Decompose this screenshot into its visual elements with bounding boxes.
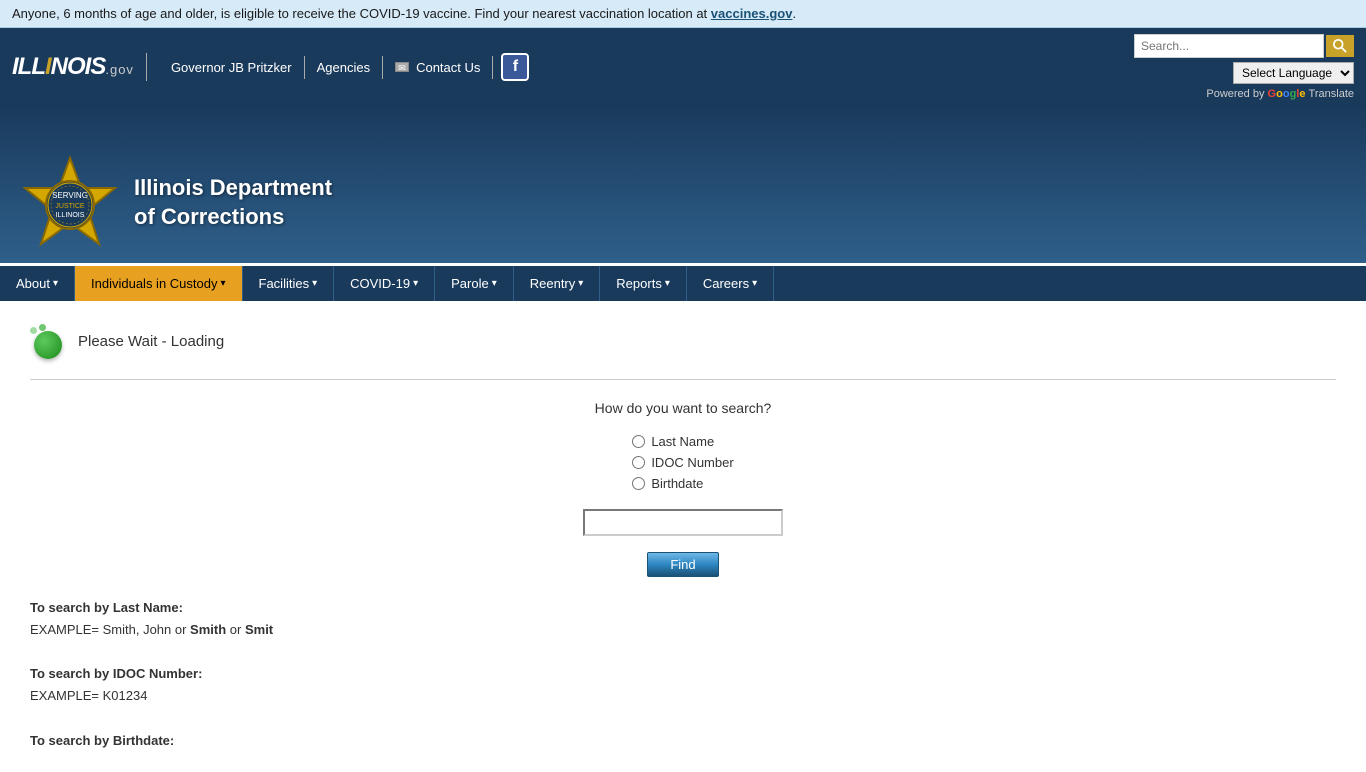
- search-row: [1134, 34, 1354, 58]
- svg-text:SERVING: SERVING: [52, 191, 88, 200]
- nav-careers[interactable]: Careers ▾: [687, 266, 774, 301]
- radio-birthdate-option[interactable]: Birthdate: [632, 476, 703, 491]
- dept-logo: SERVING JUSTICE ILLINOIS Illinois Depart…: [20, 153, 332, 263]
- main-nav: About ▾ Individuals in Custody ▾ Facilit…: [0, 266, 1366, 303]
- radio-last-name-option[interactable]: Last Name: [632, 434, 714, 449]
- radio-idoc-option[interactable]: IDOC Number: [632, 455, 733, 470]
- help-idoc-example: EXAMPLE= K01234: [30, 685, 1336, 707]
- radio-last-name-label: Last Name: [651, 434, 714, 449]
- contact-link[interactable]: ✉ Contact Us: [383, 56, 493, 79]
- agencies-link[interactable]: Agencies: [305, 56, 383, 79]
- search-button[interactable]: [1326, 35, 1354, 57]
- loading-circle: [34, 331, 62, 359]
- powered-by-google: Powered by Google Translate: [1206, 88, 1354, 100]
- radio-group: Last Name IDOC Number Birthdate: [632, 434, 733, 491]
- nav-about-arrow: ▾: [53, 278, 58, 289]
- covid-banner-text: Anyone, 6 months of age and older, is el…: [12, 6, 711, 21]
- dept-name: Illinois Department of Corrections: [134, 174, 332, 231]
- svg-text:ILLINOIS: ILLINOIS: [56, 212, 85, 219]
- nav-reentry[interactable]: Reentry ▾: [514, 266, 601, 301]
- loading-text: Please Wait - Loading: [78, 333, 224, 350]
- nav-individuals-arrow: ▾: [220, 278, 225, 289]
- nav-about-label: About: [16, 276, 50, 291]
- radio-birthdate-label: Birthdate: [651, 476, 703, 491]
- site-header: SERVING JUSTICE ILLINOIS Illinois Depart…: [0, 106, 1366, 266]
- loading-dot-1: [30, 327, 37, 334]
- nav-covid-label: COVID-19: [350, 276, 410, 291]
- top-nav-divider: [146, 53, 147, 81]
- nav-facilities-label: Facilities: [259, 276, 310, 291]
- illinois-logo: ILLINOIS.gov: [12, 53, 134, 81]
- covid-banner: Anyone, 6 months of age and older, is el…: [0, 0, 1366, 28]
- help-last-name-example: EXAMPLE= Smith, John or Smith or Smit: [30, 619, 1336, 641]
- dept-name-line2: of Corrections: [134, 203, 332, 232]
- nav-facilities[interactable]: Facilities ▾: [243, 266, 335, 301]
- help-last-name-title: To search by Last Name:: [30, 597, 1336, 619]
- content-area: Please Wait - Loading How do you want to…: [0, 303, 1366, 772]
- translate-row: Select Language Spanish French Polish Ch…: [1233, 62, 1354, 84]
- radio-last-name-input[interactable]: [632, 435, 645, 448]
- nav-reports-arrow: ▾: [665, 278, 670, 289]
- nav-careers-arrow: ▾: [752, 278, 757, 289]
- governor-link[interactable]: Governor JB Pritzker: [159, 56, 305, 79]
- top-nav-links: Governor JB Pritzker Agencies ✉ Contact …: [159, 53, 1134, 81]
- nav-individuals-in-custody[interactable]: Individuals in Custody ▾: [75, 266, 243, 301]
- nav-covid-arrow: ▾: [413, 278, 418, 289]
- nav-individuals-label: Individuals in Custody: [91, 276, 217, 291]
- search-input[interactable]: [1134, 34, 1324, 58]
- radio-idoc-input[interactable]: [632, 456, 645, 469]
- search-text-input[interactable]: [583, 509, 783, 536]
- language-select[interactable]: Select Language Spanish French Polish Ch…: [1233, 62, 1354, 84]
- find-button[interactable]: Find: [647, 552, 718, 577]
- search-form-section: How do you want to search? Last Name IDO…: [30, 400, 1336, 577]
- facebook-icon[interactable]: f: [501, 53, 529, 81]
- help-idoc-title: To search by IDOC Number:: [30, 663, 1336, 685]
- search-icon: [1333, 39, 1347, 53]
- radio-idoc-label: IDOC Number: [651, 455, 733, 470]
- star-badge: SERVING JUSTICE ILLINOIS: [20, 153, 120, 253]
- vaccines-link[interactable]: vaccines.gov: [711, 6, 793, 21]
- radio-birthdate-input[interactable]: [632, 477, 645, 490]
- top-nav: ILLINOIS.gov Governor JB Pritzker Agenci…: [0, 28, 1366, 106]
- contact-link-label: Contact Us: [416, 60, 480, 75]
- loading-dots: [30, 323, 46, 330]
- loading-dot-2: [39, 324, 46, 331]
- nav-parole-arrow: ▾: [492, 278, 497, 289]
- nav-reentry-arrow: ▾: [578, 278, 583, 289]
- nav-about[interactable]: About ▾: [0, 266, 75, 301]
- search-question: How do you want to search?: [595, 400, 772, 416]
- nav-careers-label: Careers: [703, 276, 749, 291]
- loading-section: Please Wait - Loading: [30, 323, 1336, 359]
- nav-reports[interactable]: Reports ▾: [600, 266, 687, 301]
- nav-facilities-arrow: ▾: [312, 278, 317, 289]
- loading-icon: [30, 323, 66, 359]
- content-divider: [30, 379, 1336, 380]
- search-area: Select Language Spanish French Polish Ch…: [1134, 34, 1354, 100]
- logo-area: ILLINOIS.gov: [12, 53, 134, 81]
- help-birthdate-title: To search by Birthdate:: [30, 730, 1336, 752]
- dept-name-line1: Illinois Department: [134, 174, 332, 203]
- nav-parole-label: Parole: [451, 276, 489, 291]
- nav-parole[interactable]: Parole ▾: [435, 266, 514, 301]
- badge-svg: SERVING JUSTICE ILLINOIS: [20, 153, 120, 253]
- help-text: To search by Last Name: EXAMPLE= Smith, …: [30, 597, 1336, 752]
- nav-reentry-label: Reentry: [530, 276, 576, 291]
- svg-text:JUSTICE: JUSTICE: [55, 203, 85, 210]
- nav-reports-label: Reports: [616, 276, 662, 291]
- nav-covid19[interactable]: COVID-19 ▾: [334, 266, 435, 301]
